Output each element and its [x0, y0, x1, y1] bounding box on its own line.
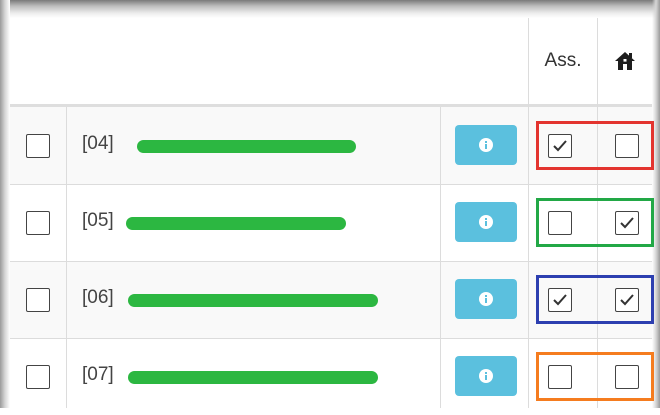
highlight-frame-blue — [536, 275, 654, 324]
redacted-name — [126, 217, 346, 230]
row-id-label: [05] — [82, 210, 114, 231]
highlight-frame-red — [536, 121, 654, 170]
highlight-frame-green — [536, 198, 654, 247]
redacted-name — [128, 371, 378, 384]
row-select-checkbox[interactable] — [26, 134, 50, 158]
home-icon — [615, 52, 635, 70]
info-button[interactable] — [455, 356, 517, 396]
column-header-home[interactable] — [598, 18, 652, 104]
row-select-checkbox[interactable] — [26, 365, 50, 389]
column-header-assigned[interactable]: Ass. — [529, 18, 597, 104]
info-button[interactable] — [455, 279, 517, 319]
info-icon — [479, 369, 493, 383]
info-button[interactable] — [455, 125, 517, 165]
assignment-table: Ass. [04] [05] [06] [07] — [10, 18, 654, 408]
row-id-label: [04] — [82, 133, 114, 154]
info-icon — [479, 215, 493, 229]
window-shadow-top — [0, 0, 660, 18]
redacted-name — [128, 294, 378, 307]
info-icon — [479, 292, 493, 306]
info-icon — [479, 138, 493, 152]
info-button[interactable] — [455, 202, 517, 242]
redacted-name — [137, 140, 356, 153]
row-select-checkbox[interactable] — [26, 288, 50, 312]
column-header-assigned-label: Ass. — [544, 50, 582, 71]
row-id-label: [07] — [82, 364, 114, 385]
row-id-label: [06] — [82, 287, 114, 308]
row-select-checkbox[interactable] — [26, 211, 50, 235]
window-shadow-left — [0, 0, 10, 408]
highlight-frame-orange — [536, 352, 654, 401]
